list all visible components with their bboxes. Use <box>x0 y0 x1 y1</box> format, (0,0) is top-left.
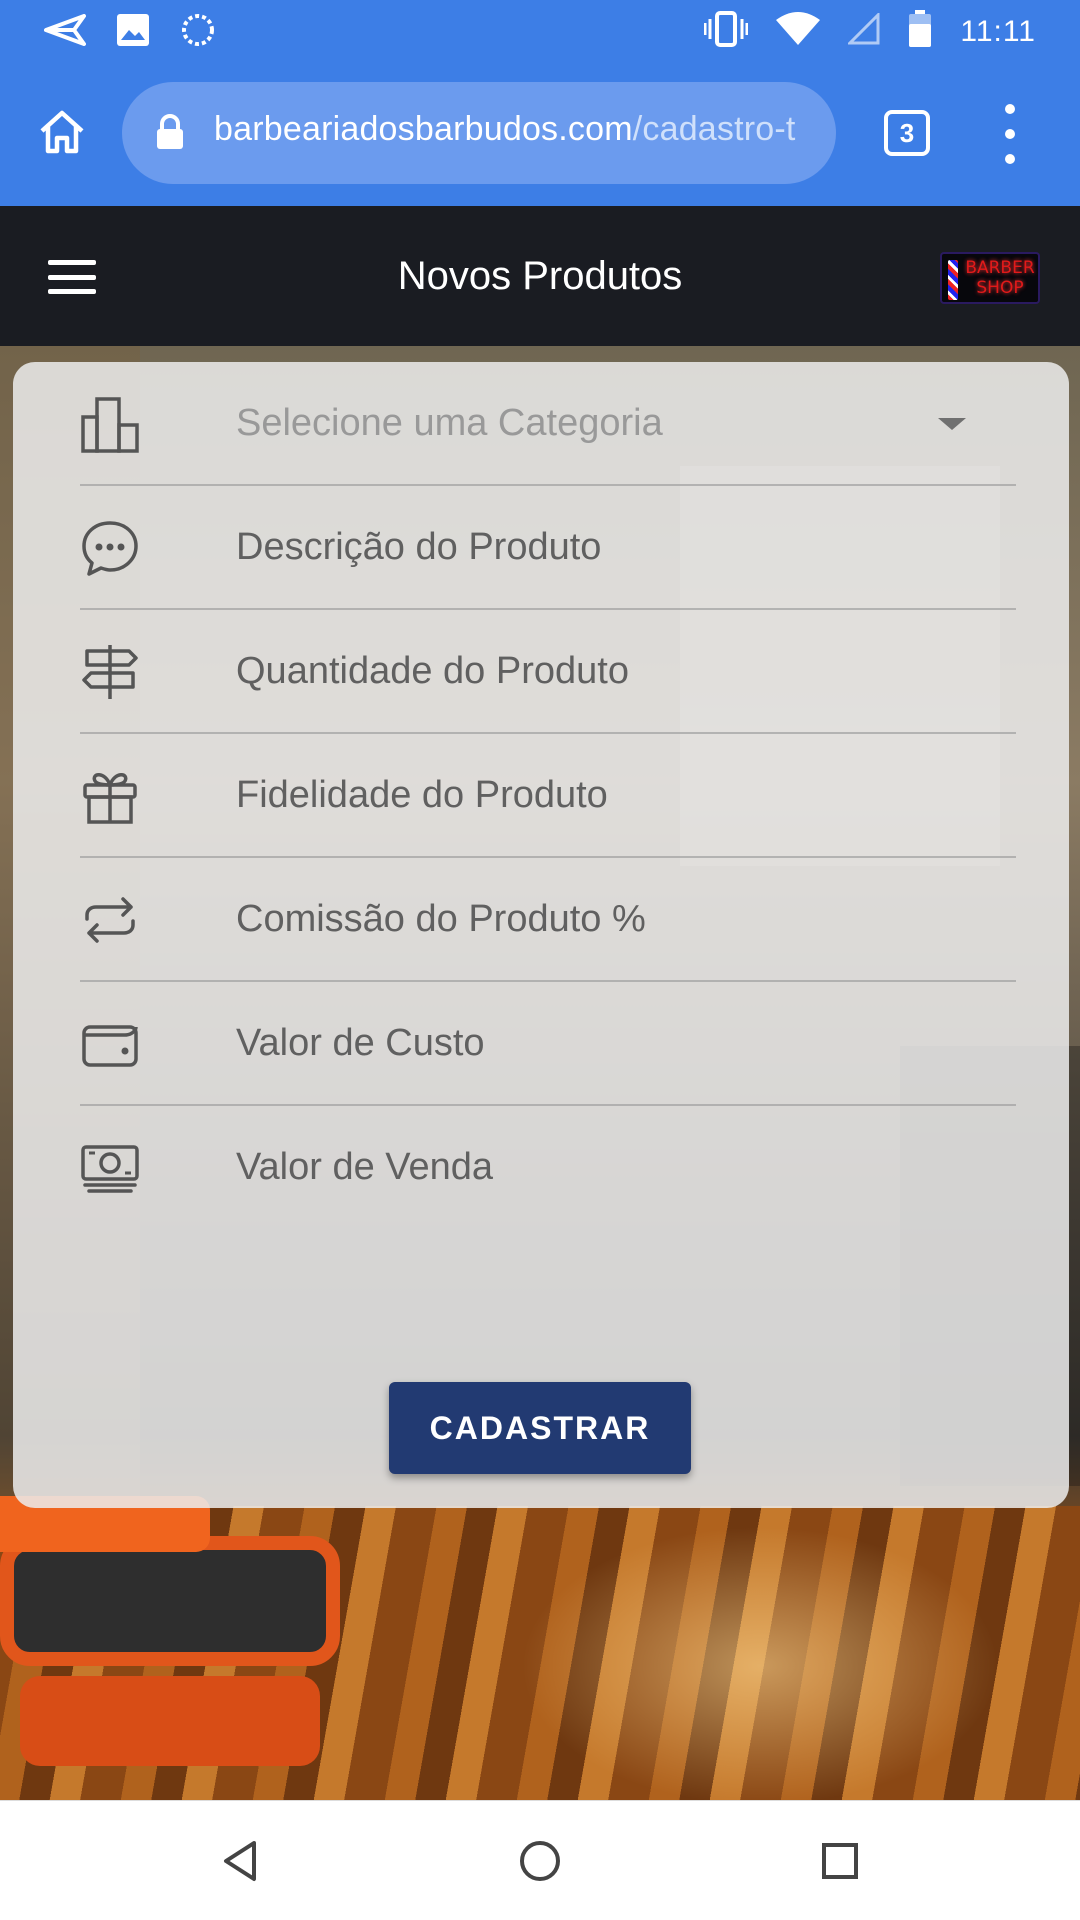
home-circle-icon <box>520 1841 560 1881</box>
loyalty-field[interactable]: Fidelidade do Produto <box>80 734 1016 858</box>
overflow-menu-button[interactable] <box>990 104 1030 164</box>
barber-pole-icon <box>948 260 958 300</box>
signal-icon <box>846 11 880 50</box>
recents-icon <box>822 1843 858 1879</box>
cash-icon <box>80 1138 140 1198</box>
cost-value-field[interactable]: Valor de Custo <box>80 982 1016 1106</box>
recents-button[interactable] <box>810 1831 870 1891</box>
lock-icon <box>156 114 184 155</box>
description-field[interactable]: Descrição do Produto <box>80 486 1016 610</box>
url-text: barbeariadosbarbudos.com/cadastro-t <box>214 110 796 149</box>
commission-field-label: Comissão do Produto % <box>236 898 646 940</box>
quantity-field-label: Quantidade do Produto <box>236 650 629 692</box>
browser-toolbar: barbeariadosbarbudos.com/cadastro-t 3 <box>0 66 1080 206</box>
battery-icon <box>908 10 932 53</box>
submit-button[interactable]: CADASTRAR <box>389 1382 691 1474</box>
url-host: barbeariadosbarbudos.com <box>214 110 633 148</box>
home-button[interactable] <box>30 100 94 164</box>
gift-icon <box>80 766 140 826</box>
sale-value-field[interactable]: Valor de Venda <box>80 1106 1016 1230</box>
status-time: 11:11 <box>960 14 1036 48</box>
back-icon <box>224 1841 256 1881</box>
page-title: Novos Produtos <box>397 254 683 298</box>
repeat-icon <box>80 890 140 950</box>
category-select[interactable]: Selecione uma Categoria <box>80 362 1016 486</box>
description-field-label: Descrição do Produto <box>236 526 602 568</box>
loyalty-field-label: Fidelidade do Produto <box>236 774 608 816</box>
wifi-icon <box>776 12 821 51</box>
chat-icon <box>80 518 140 578</box>
tab-switcher-button[interactable]: 3 <box>884 110 930 156</box>
chevron-down-icon <box>938 418 966 430</box>
back-button[interactable] <box>210 1831 270 1891</box>
url-path: /cadastro-t <box>632 110 796 148</box>
cost-value-field-label: Valor de Custo <box>236 1022 485 1064</box>
send-icon <box>44 14 86 51</box>
logo-text: BARBER SHOP <box>965 258 1035 298</box>
image-icon <box>116 13 150 52</box>
sync-icon <box>180 12 216 53</box>
vibrate-icon <box>703 11 749 52</box>
category-select-label: Selecione uma Categoria <box>236 402 663 444</box>
wallet-icon <box>80 1014 140 1074</box>
app-header: Novos Produtos BARBER SHOP <box>0 206 1080 346</box>
barber-chair <box>0 1496 360 1796</box>
url-bar[interactable]: barbeariadosbarbudos.com/cadastro-t <box>122 82 836 184</box>
commission-field[interactable]: Comissão do Produto % <box>80 858 1016 982</box>
system-nav-bar <box>0 1800 1080 1920</box>
sale-value-field-label: Valor de Venda <box>236 1146 494 1188</box>
quantity-field[interactable]: Quantidade do Produto <box>80 610 1016 734</box>
home-icon <box>40 110 84 154</box>
home-nav-button[interactable] <box>510 1831 570 1891</box>
status-bar: 11:11 <box>0 0 1080 66</box>
barber-shop-logo: BARBER SHOP <box>940 252 1040 304</box>
building-icon <box>80 394 140 454</box>
product-form-card: Selecione uma Categoria Descrição do Pro… <box>13 362 1069 1508</box>
signpost-icon <box>80 642 140 702</box>
